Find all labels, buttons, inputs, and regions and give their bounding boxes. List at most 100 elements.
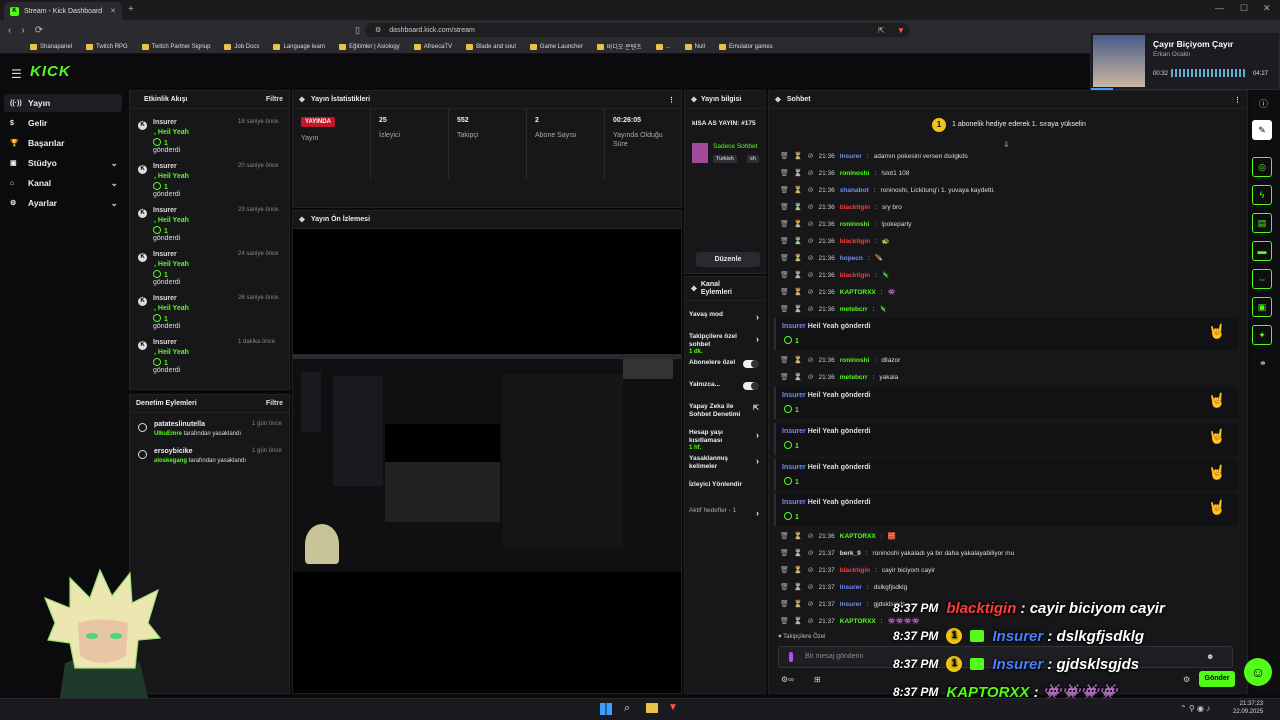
chat-username[interactable]: Insurer: [840, 584, 862, 591]
ban-icon[interactable]: ⊘: [808, 169, 814, 177]
chat-message[interactable]: 🗑 ⏳ ⊘ 21:36 blacktigin: sry bro: [780, 200, 902, 214]
menu-icon[interactable]: ☰: [11, 67, 22, 81]
chat-message[interactable]: 🗑 ⏳ ⊘ 21:36 roninoshi: !pokeparty: [780, 217, 912, 231]
ban-icon[interactable]: ⊘: [808, 220, 814, 228]
windows-start-icon[interactable]: [600, 703, 612, 715]
chat-username[interactable]: metebcrr: [840, 374, 868, 381]
chevron-right-icon[interactable]: ›: [756, 430, 759, 440]
ban-icon[interactable]: ⊘: [808, 152, 814, 160]
activity-filter-button[interactable]: Filtre: [266, 96, 283, 103]
chat-message[interactable]: 🗑 ⏳ ⊘ 21:36 KAPTORXX: 👾: [780, 285, 896, 299]
gift-user[interactable]: Insurer: [782, 392, 806, 399]
timeout-icon[interactable]: ⏳: [794, 220, 803, 228]
back-icon[interactable]: ‹: [8, 25, 11, 36]
edit-tool-icon[interactable]: ✎: [1252, 120, 1272, 140]
reload-icon[interactable]: ⟳: [35, 25, 43, 36]
trash-icon[interactable]: 🗑: [780, 373, 789, 381]
chevron-right-icon[interactable]: ›: [756, 334, 759, 344]
chat-message[interactable]: 🗑 ⏳ ⊘ 21:36 metebcrr: yakala: [780, 370, 898, 384]
lightning-tool-icon[interactable]: ϟ: [1252, 185, 1272, 205]
bookmark-item[interactable]: ...: [655, 43, 671, 50]
activity-item[interactable]: K Insurer 20 saniye önce , Heil Yeah 1 gönder…: [138, 163, 278, 207]
channel-action-item[interactable]: İzleyici Yönlendir: [689, 481, 763, 505]
sidebar-item-2[interactable]: 🏆 Başarılar: [4, 134, 122, 152]
share-icon[interactable]: ⇱: [878, 26, 885, 35]
doc-tool-icon[interactable]: ▤: [1252, 213, 1272, 233]
browser-tab[interactable]: K Stream - Kick Dashboard ✕: [4, 2, 122, 20]
chat-username[interactable]: Insurer: [840, 601, 862, 608]
chat-username[interactable]: berk_9: [840, 550, 861, 557]
chat-options-icon[interactable]: ⚙: [1183, 675, 1190, 684]
file-explorer-icon[interactable]: [646, 703, 658, 713]
channel-action-item[interactable]: Aktif hedefler - 1 ›: [689, 507, 763, 531]
clock[interactable]: 21:37:23 22.09.2025: [1233, 701, 1263, 717]
toggle-switch[interactable]: [743, 382, 759, 390]
chat-message[interactable]: 🗑 ⏳ ⊘ 21:36 blacktigin: 🐢: [780, 234, 890, 248]
chevron-down-icon[interactable]: ⌄: [110, 198, 118, 209]
gift-user[interactable]: Insurer: [782, 499, 806, 506]
trash-icon[interactable]: 🗑: [780, 186, 789, 194]
camera-tool-icon[interactable]: ◎: [1252, 157, 1272, 177]
maximize-icon[interactable]: ☐: [1240, 3, 1248, 14]
moderation-filter-button[interactable]: Filtre: [266, 400, 283, 407]
gift-message[interactable]: Insurer Heil Yeah gönderdi 1 🤘: [774, 318, 1238, 350]
bookmark-item[interactable]: Twitch RPG: [86, 43, 128, 50]
gift-message[interactable]: Insurer Heil Yeah gönderdi 1 🤘: [774, 494, 1238, 526]
ban-icon[interactable]: ⊘: [808, 600, 814, 608]
trash-icon[interactable]: 🗑: [780, 152, 789, 160]
chat-username[interactable]: roninoshi: [840, 221, 870, 228]
timeout-icon[interactable]: ⏳: [794, 373, 803, 381]
ban-icon[interactable]: ⊘: [808, 186, 814, 194]
chat-username[interactable]: roninoshi: [840, 170, 870, 177]
trash-icon[interactable]: 🗑: [780, 549, 789, 557]
ban-icon[interactable]: ⊘: [808, 288, 814, 296]
timeout-icon[interactable]: ⏳: [794, 305, 803, 313]
sidebar-item-5[interactable]: ⚙ Ayarlar ⌄: [4, 194, 122, 212]
chat-message[interactable]: 🗑 ⏳ ⊘ 21:36 roninoshi: !slot1 108: [780, 166, 909, 180]
moderation-item[interactable]: patateslinutella 1 gün önce UlkuEmre taraf…: [138, 421, 286, 445]
chat-message[interactable]: 🗑 ⏳ ⊘ 21:36 metebcrr: 🦎: [780, 302, 888, 316]
channel-action-item[interactable]: Yapay Zeka ile Sohbet Denetimi ⇱: [689, 403, 763, 427]
drag-handle-icon[interactable]: ✥: [691, 285, 697, 293]
chat-username[interactable]: shanabot: [840, 187, 869, 194]
preview-video[interactable]: [293, 354, 681, 572]
trash-icon[interactable]: 🗑: [780, 617, 789, 625]
timeout-icon[interactable]: ⏳: [794, 617, 803, 625]
ban-icon[interactable]: ⊘: [808, 254, 814, 262]
chat-username[interactable]: KAPTORXX: [840, 618, 876, 625]
ban-icon[interactable]: ⊘: [808, 566, 814, 574]
channel-action-item[interactable]: Yalnızca...: [689, 381, 763, 401]
close-tab-icon[interactable]: ✕: [110, 7, 116, 15]
activity-user[interactable]: Insurer: [153, 251, 177, 258]
timeout-icon[interactable]: ⏳: [794, 532, 803, 540]
info-icon[interactable]: ⓘ: [1259, 97, 1268, 110]
chat-message[interactable]: 🗑 ⏳ ⊘ 21:36 hopecn: 🪶: [780, 251, 883, 265]
activity-user[interactable]: Insurer: [153, 207, 177, 214]
timeout-icon[interactable]: ⏳: [794, 288, 803, 296]
trash-icon[interactable]: 🗑: [780, 356, 789, 364]
channel-action-item[interactable]: Yasaklanmış kelimeler ›: [689, 455, 763, 479]
sidebar-item-3[interactable]: ▣ Stüdyo ⌄: [4, 154, 122, 172]
drag-handle-icon[interactable]: ✥: [775, 96, 781, 104]
chevron-right-icon[interactable]: ›: [756, 508, 759, 518]
chat-username[interactable]: metebcrr: [840, 306, 868, 313]
timeout-icon[interactable]: ⏳: [794, 600, 803, 608]
channel-action-item[interactable]: Hesap yaşı kısıtlaması 1 hf. ›: [689, 429, 763, 453]
url-field[interactable]: ⚙ dashboard.kick.com/stream: [365, 23, 910, 37]
chat-username[interactable]: KAPTORXX: [840, 533, 876, 540]
bookmark-icon[interactable]: ▯: [355, 25, 360, 36]
chat-username[interactable]: hopecn: [840, 255, 863, 262]
activity-item[interactable]: K Insurer 18 saniye önce , Heil Yeah 1 gönder…: [138, 119, 278, 163]
chat-tool-icon[interactable]: ▬: [1252, 241, 1272, 261]
gift-message[interactable]: Insurer Heil Yeah gönderdi 1 🤘: [774, 459, 1238, 491]
bookmark-item[interactable]: Job Docs: [224, 43, 259, 50]
trash-icon[interactable]: 🗑: [780, 169, 789, 177]
bookmark-item[interactable]: 바디오 콘텐츠: [596, 42, 642, 51]
media-widget[interactable]: Çayır Biçiyom Çayır Erkan Ocaklı 00:32 0…: [1090, 32, 1280, 91]
timeout-icon[interactable]: ⏳: [794, 237, 803, 245]
bookmark-item[interactable]: Null: [684, 43, 705, 50]
drag-handle-icon[interactable]: ✥: [299, 216, 305, 224]
timeout-icon[interactable]: ⏳: [794, 583, 803, 591]
gift-user[interactable]: Insurer: [782, 464, 806, 471]
chat-username[interactable]: Insurer: [840, 153, 862, 160]
